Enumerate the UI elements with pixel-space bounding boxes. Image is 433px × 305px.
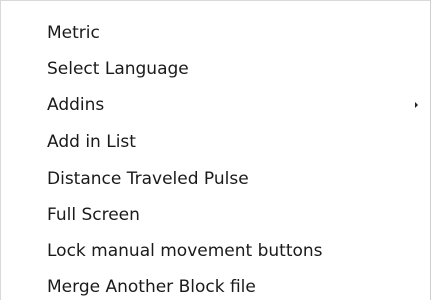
context-menu: Metric Select Language Addins Add in Lis… [0, 0, 431, 300]
menu-item-label: Lock manual movement buttons [47, 241, 323, 261]
menu-item-label: Add in List [47, 132, 136, 152]
menu-item-lock-manual-movement-buttons[interactable]: Lock manual movement buttons [1, 233, 430, 269]
menu-item-label: Metric [47, 23, 100, 43]
menu-item-label: Select Language [47, 59, 189, 79]
menu-item-label: Addins [47, 95, 105, 115]
menu-item-label: Full Screen [47, 205, 140, 225]
menu-item-addins[interactable]: Addins [1, 87, 430, 123]
submenu-arrow-icon [415, 102, 418, 108]
menu-item-label: Distance Traveled Pulse [47, 169, 249, 189]
menu-item-label: Merge Another Block file [47, 277, 256, 297]
menu-item-distance-traveled-pulse[interactable]: Distance Traveled Pulse [1, 161, 430, 197]
menu-item-metric[interactable]: Metric [1, 15, 430, 51]
menu-item-add-in-list[interactable]: Add in List [1, 124, 430, 160]
menu-item-full-screen[interactable]: Full Screen [1, 197, 430, 233]
menu-item-select-language[interactable]: Select Language [1, 51, 430, 87]
